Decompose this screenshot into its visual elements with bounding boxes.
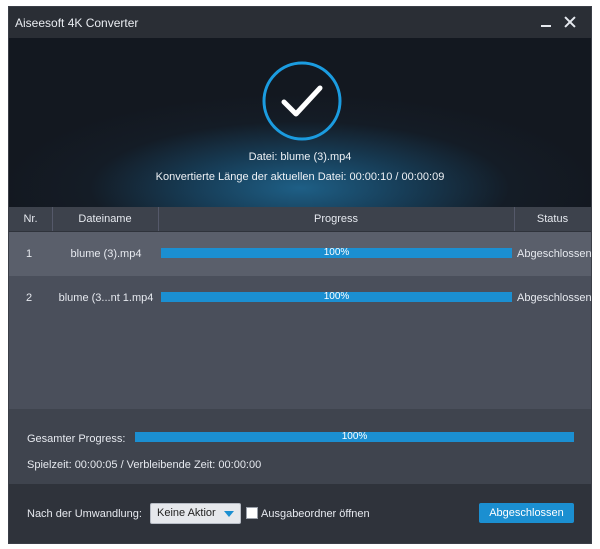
column-header-status[interactable]: Status — [514, 207, 591, 231]
row-status: Abgeschlossen — [517, 292, 592, 304]
close-icon[interactable] — [562, 13, 580, 31]
row-filename: blume (3).mp4 — [70, 248, 142, 260]
footer-bar: Nach der Umwandlung: Keine Aktior Ausgab… — [9, 484, 591, 543]
row-filename: blume (3...nt 1.mp4 — [58, 292, 154, 304]
column-header-progress[interactable]: Progress — [158, 207, 515, 231]
column-header-filename[interactable]: Dateiname — [52, 207, 159, 231]
row-progress-text: 100% — [323, 247, 350, 258]
row-progress-bar: 100% — [161, 248, 512, 258]
converter-window: Aiseesoft 4K Converter Datei: blume (3).… — [9, 7, 592, 543]
current-file-text: Datei: blume (3).mp4 — [248, 151, 352, 163]
total-progress-label: Gesamter Progress: — [27, 433, 126, 445]
row-progress-text: 100% — [323, 291, 350, 302]
table-row[interactable]: 1 blume (3).mp4 100% Abgeschlossen — [9, 232, 592, 276]
row-number: 2 — [26, 292, 33, 304]
column-header-nr[interactable]: Nr. — [9, 207, 53, 231]
total-progress-text: 100% — [341, 431, 368, 442]
table-row[interactable]: 2 blume (3...nt 1.mp4 100% Abgeschlossen — [9, 276, 592, 320]
open-output-folder-label[interactable]: Ausgabeordner öffnen — [261, 508, 370, 520]
checkmark-circle-icon — [262, 61, 342, 141]
file-table-header: Nr. Dateiname Progress Status — [9, 207, 591, 232]
converted-length-text: Konvertierte Länge der aktuellen Datei: … — [155, 171, 445, 183]
total-progress-panel: Gesamter Progress: 100% Spielzeit: 00:00… — [9, 409, 591, 484]
select-value: Keine Aktior — [157, 507, 216, 519]
open-output-folder-checkbox[interactable] — [246, 507, 258, 519]
window-title: Aiseesoft 4K Converter — [15, 16, 139, 30]
after-conversion-select[interactable]: Keine Aktior — [150, 503, 241, 524]
minimize-icon[interactable] — [537, 13, 555, 31]
title-bar: Aiseesoft 4K Converter — [9, 7, 591, 38]
row-progress-bar: 100% — [161, 292, 512, 302]
done-button[interactable]: Abgeschlossen — [479, 503, 574, 523]
total-progress-bar: 100% — [135, 432, 574, 442]
row-status: Abgeschlossen — [517, 248, 592, 260]
row-number: 1 — [26, 248, 33, 260]
conversion-summary: Datei: blume (3).mp4 Konvertierte Länge … — [9, 38, 591, 207]
chevron-down-icon — [224, 511, 234, 517]
after-conversion-label: Nach der Umwandlung: — [27, 508, 142, 520]
time-status-text: Spielzeit: 00:00:05 / Verbleibende Zeit:… — [27, 459, 262, 471]
